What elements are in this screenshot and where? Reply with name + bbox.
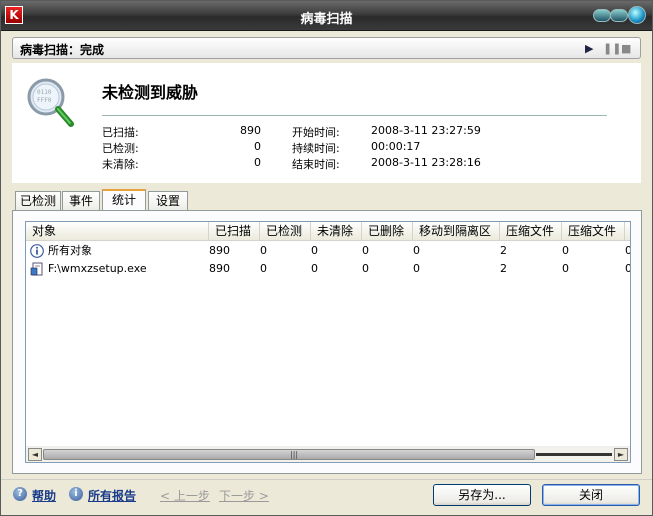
value-archives-2: 0 xyxy=(562,262,569,275)
value-uncleaned: 0 xyxy=(311,262,318,275)
value-detected: 0 xyxy=(260,244,267,257)
table-header: 对象 已扫描 已检测 未清除 已删除 移动到隔离区 压缩文件 压缩文件 xyxy=(26,222,630,241)
column-header-quarantined[interactable]: 移动到隔离区 xyxy=(413,222,500,241)
scrollbar-track[interactable] xyxy=(536,453,612,456)
info-icon[interactable]: i xyxy=(69,487,83,501)
help-icon[interactable]: ? xyxy=(13,487,27,501)
help-link[interactable]: 帮助 xyxy=(32,487,56,504)
close-window-button[interactable] xyxy=(628,6,646,24)
tab-settings[interactable]: 设置 xyxy=(148,191,188,211)
value-uncleaned: 0 xyxy=(311,244,318,257)
value-deleted: 0 xyxy=(362,262,369,275)
value-more: 0 xyxy=(625,242,630,260)
scroll-right-icon[interactable]: ► xyxy=(614,448,628,461)
value-detected: 0 xyxy=(260,262,267,275)
stat-value-scanned: 890 xyxy=(240,124,261,137)
scrollbar-thumb[interactable]: ||| xyxy=(43,449,535,460)
magnifier-icon: 0110 FFF0 xyxy=(27,78,74,127)
column-header-deleted[interactable]: 已删除 xyxy=(362,222,413,241)
value-quarantined: 0 xyxy=(413,244,420,257)
tab-statistics[interactable]: 统计 xyxy=(102,189,146,211)
time-value-start: 2008-3-11 23:27:59 xyxy=(371,124,481,137)
time-value-duration: 00:00:17 xyxy=(371,140,421,153)
minimize-button[interactable] xyxy=(593,9,611,22)
scrollbar-grip: ||| xyxy=(290,450,299,459)
value-archives-1: 2 xyxy=(500,244,507,257)
play-icon[interactable]: ▶ xyxy=(585,42,593,55)
stat-label-uncleaned: 未清除: xyxy=(102,158,139,171)
object-name: 所有对象 xyxy=(48,244,92,257)
prev-step-link[interactable]: < 上一步 xyxy=(160,487,210,504)
title-bar[interactable]: K 病毒扫描 xyxy=(1,1,652,31)
pause-icon[interactable]: ❚❚ xyxy=(603,42,621,55)
time-value-end: 2008-3-11 23:28:16 xyxy=(371,156,481,169)
restore-button[interactable] xyxy=(610,9,628,22)
summary-divider xyxy=(102,115,607,116)
footer-divider xyxy=(1,479,652,480)
close-button[interactable]: 关闭 xyxy=(542,484,640,506)
column-header-archives-1[interactable]: 压缩文件 xyxy=(500,222,562,241)
scan-summary: 0110 FFF0 未检测到威胁 已扫描: 890 已检测: 0 未清除: 0 … xyxy=(12,63,641,183)
value-scanned: 890 xyxy=(209,244,230,257)
all-reports-link[interactable]: 所有报告 xyxy=(88,487,136,504)
scan-status: 病毒扫描：完成 xyxy=(20,43,105,57)
save-as-button[interactable]: 另存为... xyxy=(433,484,531,506)
value-quarantined: 0 xyxy=(413,262,420,275)
stop-icon[interactable]: ■ xyxy=(621,42,631,55)
column-header-object[interactable]: 对象 xyxy=(26,222,209,241)
stat-label-detected: 已检测: xyxy=(102,142,139,155)
object-name: F:\wmxzsetup.exe xyxy=(48,262,147,275)
statistics-table[interactable]: 对象 已扫描 已检测 未清除 已删除 移动到隔离区 压缩文件 压缩文件 所有对象… xyxy=(25,221,631,463)
column-header-archives-2[interactable]: 压缩文件 xyxy=(562,222,625,241)
statistics-panel: 对象 已扫描 已检测 未清除 已删除 移动到隔离区 压缩文件 压缩文件 所有对象… xyxy=(12,210,642,474)
column-header-uncleaned[interactable]: 未清除 xyxy=(311,222,362,241)
time-label-duration: 持续时间: xyxy=(292,142,340,155)
svg-text:0110: 0110 xyxy=(37,89,52,96)
info-icon xyxy=(30,244,44,258)
next-step-link[interactable]: 下一步 > xyxy=(219,487,269,504)
value-deleted: 0 xyxy=(362,244,369,257)
column-header-detected[interactable]: 已检测 xyxy=(260,222,311,241)
time-label-start: 开始时间: xyxy=(292,126,340,139)
stat-value-detected: 0 xyxy=(254,140,261,153)
stat-label-scanned: 已扫描: xyxy=(102,126,139,139)
tab-events[interactable]: 事件 xyxy=(62,191,100,211)
value-archives-2: 0 xyxy=(562,244,569,257)
time-label-end: 结束时间: xyxy=(292,158,340,171)
value-scanned: 890 xyxy=(209,262,230,275)
table-row[interactable]: 所有对象 890 0 0 0 0 2 0 0 xyxy=(26,242,630,260)
status-strip: 病毒扫描：完成 ▶ ❚❚ ■ xyxy=(12,37,641,59)
file-icon xyxy=(30,262,43,276)
value-archives-1: 2 xyxy=(500,262,507,275)
value-more: 0 xyxy=(625,260,630,278)
svg-text:FFF0: FFF0 xyxy=(37,97,52,104)
column-header-more[interactable] xyxy=(625,222,630,241)
tab-detected[interactable]: 已检测 xyxy=(15,191,61,211)
window-title: 病毒扫描 xyxy=(300,12,353,27)
table-row[interactable]: F:\wmxzsetup.exe 890 0 0 0 0 2 0 0 xyxy=(26,260,630,278)
scan-window: K 病毒扫描 病毒扫描：完成 ▶ ❚❚ ■ 0110 FFF0 未检测到威胁 已… xyxy=(0,0,653,516)
scroll-left-icon[interactable]: ◄ xyxy=(28,448,42,461)
horizontal-scrollbar[interactable]: ◄ ||| ► xyxy=(26,446,630,462)
column-header-scanned[interactable]: 已扫描 xyxy=(209,222,260,241)
scan-result-headline: 未检测到威胁 xyxy=(102,83,199,102)
stat-value-uncleaned: 0 xyxy=(254,156,261,169)
